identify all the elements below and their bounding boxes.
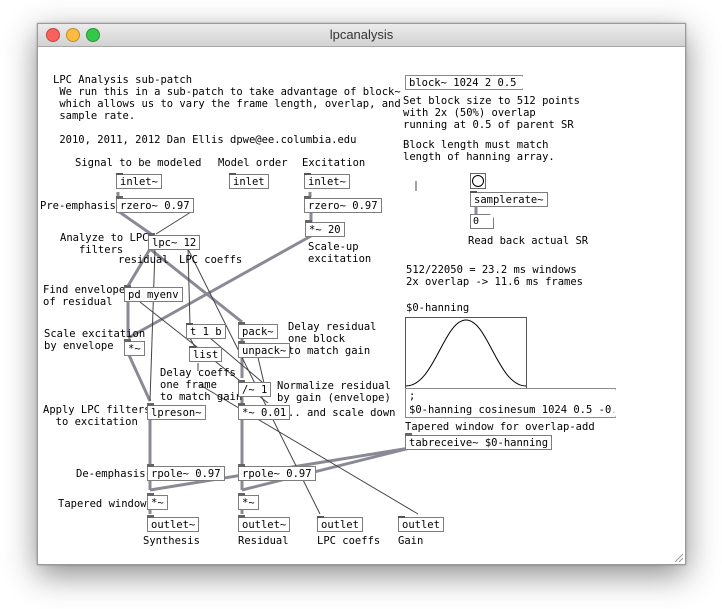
divide-object[interactable]: /~ 1: [238, 380, 272, 397]
cosinesum-text: $0-hanning cosinesum 1024 0.5 -0.5: [409, 404, 624, 416]
samplerate-number[interactable]: 0: [470, 214, 494, 229]
tapered-window-label: Tapered window: [58, 498, 147, 510]
patch-cords: [116, 181, 478, 515]
list-object[interactable]: list: [189, 346, 223, 362]
scale-down-label: .. and scale down: [288, 407, 396, 419]
pd-myenv-object[interactable]: pd myenv: [124, 285, 183, 302]
normalize-label: Normalize residual by gain (envelope): [277, 380, 391, 404]
window-title: lpcanalysis: [329, 27, 394, 42]
scale-up-label: Scale-up excitation: [308, 241, 372, 265]
rzero-excitation[interactable]: rzero~ 0.97: [304, 196, 382, 213]
tapered-overlap-comment: Tapered window for overlap-add: [405, 421, 595, 433]
signal-label: Signal to be modeled: [75, 157, 202, 169]
block-length-comment: Block length must match length of hannin…: [403, 139, 555, 163]
windows-comment: 512/22050 = 23.2 ms windows 2x overlap -…: [406, 264, 584, 288]
find-envelope-label: Find envelope of residual: [43, 284, 126, 308]
lpreson-object[interactable]: lpreson~: [147, 403, 206, 420]
cosinesum-message[interactable]: ; $0-hanning cosinesum 1024 0.5 -0.5: [405, 388, 616, 418]
gain-label: Gain: [398, 535, 424, 547]
rpole-synthesis[interactable]: rpole~ 0.97: [147, 464, 225, 481]
delay-residual-label: Delay residual one block to match gain: [288, 321, 377, 357]
signal-inlet[interactable]: inlet~: [116, 173, 162, 189]
preemphasis-label: Pre-emphasis: [40, 200, 116, 212]
trigger-object[interactable]: t 1 b: [186, 323, 226, 339]
residual-outlet[interactable]: outlet~: [238, 515, 291, 532]
intro-comment: LPC Analysis sub-patch We run this in a …: [53, 74, 401, 122]
scale-down-object[interactable]: *~ 0.01: [238, 403, 291, 420]
model-order-label: Model order: [218, 157, 288, 169]
window-multiply-residual[interactable]: *~: [238, 493, 259, 510]
excitation-label: Excitation: [302, 157, 366, 169]
synthesis-outlet[interactable]: outlet~: [147, 515, 200, 532]
lpc-coeffs-outlet-label: LPC coeffs: [179, 254, 243, 266]
patch-canvas[interactable]: LPC Analysis sub-patch We run this in a …: [38, 47, 685, 564]
deemphasis-label: De-emphasis: [76, 468, 146, 480]
bang-button[interactable]: [470, 173, 486, 189]
block-message[interactable]: block~ 1024 2 0.5: [405, 75, 523, 90]
rpole-residual[interactable]: rpole~ 0.97: [238, 464, 316, 481]
synthesis-label: Synthesis: [143, 535, 200, 547]
analyze-label: Analyze to LPC filters: [60, 232, 149, 256]
rzero-preemphasis[interactable]: rzero~ 0.97: [116, 196, 194, 213]
lpc-object[interactable]: lpc~ 12: [148, 233, 201, 250]
patch-window: lpcanalysis LPC Analysis sub-patch We ru…: [37, 23, 686, 565]
scale-excitation-object[interactable]: *~: [124, 339, 145, 356]
hanning-array[interactable]: [405, 317, 527, 389]
lpc-coeffs-label: LPC coeffs: [317, 535, 381, 547]
model-order-inlet[interactable]: inlet: [229, 173, 269, 189]
semicolon-text: ;: [409, 390, 416, 402]
block-size-comment: Set block size to 512 points with 2x (50…: [403, 95, 581, 131]
gain-outlet[interactable]: outlet: [398, 516, 444, 532]
unpack-object[interactable]: unpack~: [238, 341, 291, 358]
samplerate-object[interactable]: samplerate~: [470, 191, 548, 207]
resize-grip-icon[interactable]: [673, 552, 683, 562]
residual-label: Residual: [238, 535, 289, 547]
excitation-inlet[interactable]: inlet~: [304, 173, 350, 189]
title-bar[interactable]: lpcanalysis: [38, 24, 685, 47]
pack-object[interactable]: pack~: [238, 322, 278, 339]
hanning-array-label: $0-hanning: [406, 302, 470, 314]
delay-coeffs-label: Delay coeffs one frame to match gain: [160, 367, 243, 403]
hanning-curve: [405, 319, 527, 387]
scale-up-object[interactable]: *~ 20: [305, 220, 345, 237]
credits-comment: 2010, 2011, 2012 Dan Ellis dpwe@ee.colum…: [53, 134, 357, 146]
tabreceive-object[interactable]: tabreceive~ $0-hanning: [405, 433, 553, 450]
apply-lpc-label: Apply LPC filters to excitation: [43, 404, 151, 428]
lpc-coeffs-outlet[interactable]: outlet: [317, 516, 363, 532]
residual-outlet-label: residual: [118, 254, 169, 266]
window-multiply-synthesis[interactable]: *~: [147, 493, 168, 510]
readback-comment: Read back actual SR: [468, 235, 589, 247]
